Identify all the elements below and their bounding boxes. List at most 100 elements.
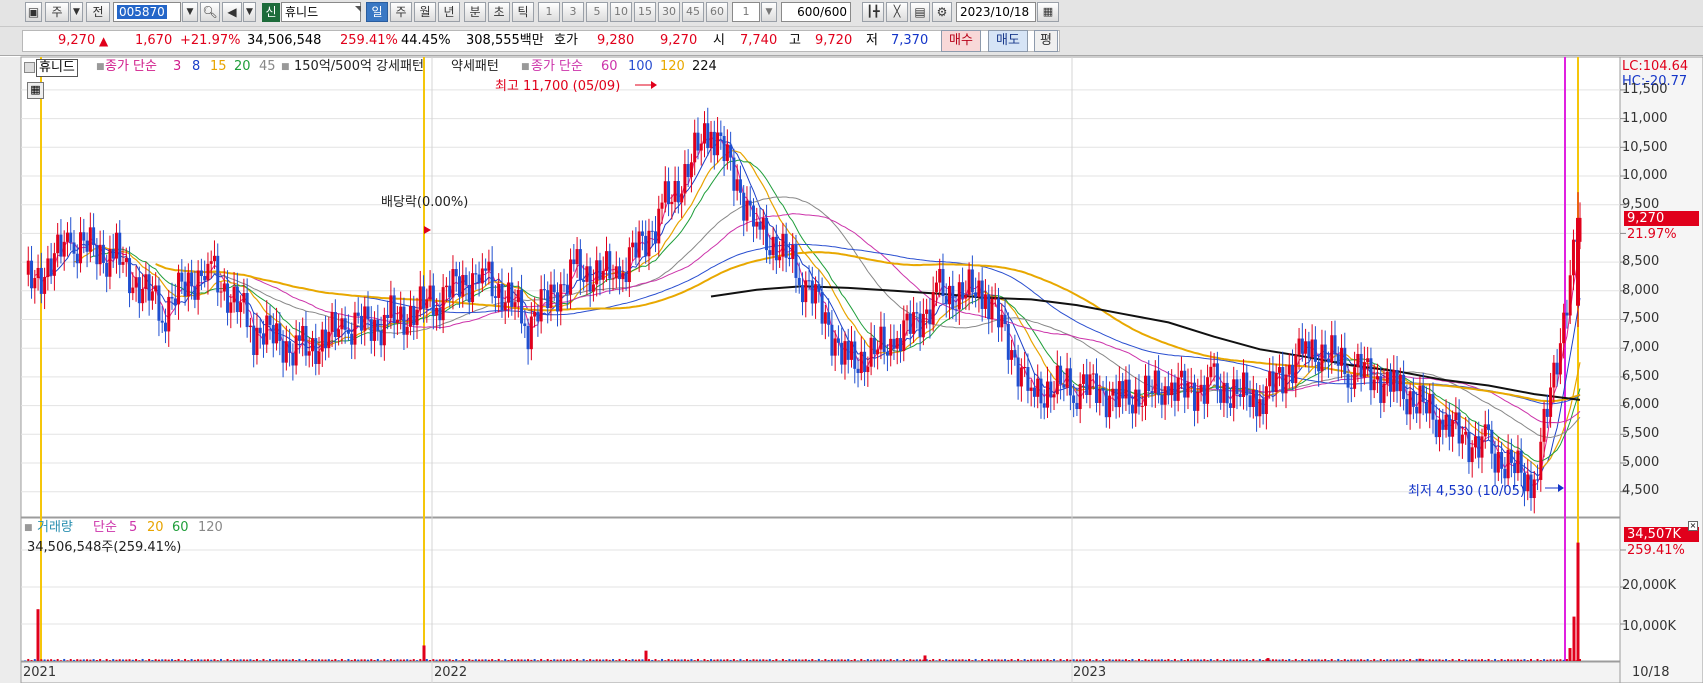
candle-body-down — [1300, 338, 1304, 354]
candle-body-down — [343, 318, 347, 330]
volume-bar — [1556, 659, 1559, 661]
candle-body-up — [912, 312, 916, 334]
price-tick-label: 11,000 — [1622, 111, 1668, 126]
candle-body-up — [363, 306, 367, 331]
candle-body-up — [735, 179, 739, 191]
volume-bar — [206, 659, 209, 661]
candle-body-up — [1117, 381, 1121, 408]
volume-bar — [621, 660, 624, 661]
volume-bar — [1402, 659, 1405, 661]
candle-body-down — [490, 261, 494, 297]
candle-body-up — [879, 326, 883, 350]
volume-bar — [187, 660, 190, 661]
volume-bar — [213, 659, 216, 661]
candle-body-up — [124, 258, 128, 263]
candle-body-down — [1114, 388, 1118, 408]
volume-bar — [1497, 660, 1500, 661]
volume-bar — [1562, 659, 1565, 661]
volume-bar — [95, 660, 98, 661]
candle-body-up — [43, 277, 47, 294]
candle-body-down — [500, 284, 504, 311]
legend-toggle-icon[interactable] — [24, 62, 35, 73]
volume-bar — [1079, 659, 1082, 661]
candle-body-up — [1516, 450, 1520, 474]
candle-body-down — [1255, 390, 1259, 417]
candle-body-up — [1212, 363, 1216, 367]
candle-body-up — [1340, 347, 1344, 366]
volume-bar — [951, 659, 954, 661]
candle-body-up — [1375, 376, 1379, 380]
vol-legend-ma-120: 120 — [198, 520, 223, 535]
volume-bar — [1317, 659, 1320, 661]
pane-close-icon[interactable]: × — [1688, 521, 1698, 531]
volume-bar — [1232, 659, 1235, 661]
candle-body-up — [1473, 436, 1477, 448]
candle-body-up — [516, 289, 520, 303]
volume-bar — [504, 658, 507, 661]
volume-bar — [906, 659, 909, 661]
candle-body-down — [1261, 399, 1265, 414]
vol-legend-ma-20: 20 — [147, 520, 164, 535]
volume-bar — [605, 659, 608, 661]
volume-bar — [79, 659, 82, 661]
volume-bar — [892, 660, 895, 661]
volume-bar — [500, 660, 503, 661]
volume-bar — [909, 659, 912, 661]
volume-bar — [1415, 658, 1418, 661]
volume-bar — [380, 660, 383, 661]
candle-body-down — [582, 280, 586, 282]
volume-bar — [634, 659, 637, 661]
volume-bar — [1536, 658, 1539, 661]
candle-body-up — [1088, 374, 1092, 395]
volume-bar — [1151, 659, 1154, 661]
candle-body-down — [846, 341, 850, 360]
volume-bar — [471, 659, 474, 661]
volume-bar — [396, 659, 399, 661]
volume-bar — [122, 659, 125, 661]
volume-bar — [167, 659, 170, 661]
volume-bar — [30, 660, 33, 661]
candle-body-down — [676, 181, 680, 203]
volume-bar — [1330, 658, 1333, 661]
volume-bar — [226, 658, 229, 661]
grid-table-icon[interactable]: ▦ — [27, 82, 44, 99]
stock-chart[interactable] — [0, 0, 1703, 683]
volume-bar — [1095, 658, 1098, 661]
volume-bar — [1373, 658, 1376, 661]
candle-body-up — [771, 236, 775, 256]
candle-body-down — [706, 123, 710, 149]
candle-body-up — [408, 305, 412, 327]
candle-body-up — [1232, 379, 1236, 408]
volume-bar — [1389, 659, 1392, 661]
volume-bar — [393, 659, 396, 661]
volume-pane — [20, 517, 1621, 662]
candle-body-down — [928, 309, 932, 325]
candle-body-down — [1173, 382, 1177, 401]
candle-body-up — [506, 282, 510, 303]
volume-bar — [680, 659, 683, 661]
volume-bar — [706, 660, 709, 661]
volume-bar — [670, 659, 673, 661]
candle-body-up — [79, 232, 83, 264]
volume-bar — [801, 659, 804, 661]
candle-body-down — [797, 277, 801, 286]
candle-body-up — [1294, 354, 1298, 384]
volume-bar — [1565, 659, 1568, 661]
volume-bar — [376, 658, 379, 661]
volume-bar — [1337, 658, 1340, 661]
candle-body-down — [1343, 347, 1347, 375]
volume-bar — [487, 659, 490, 661]
volume-bar — [837, 659, 840, 661]
candle-body-down — [464, 275, 468, 286]
legend-stock-name[interactable]: 휴니드 — [36, 59, 78, 77]
volume-bar — [1386, 659, 1389, 661]
candle-body-down — [1016, 357, 1020, 387]
volume-bar — [1115, 659, 1118, 661]
volume-bar — [553, 659, 556, 661]
volume-bar — [108, 660, 111, 661]
candle-body-up — [1382, 383, 1386, 403]
volume-bar — [527, 659, 530, 661]
volume-bar — [1503, 659, 1506, 661]
candle-body-down — [1049, 381, 1053, 398]
volume-bar — [860, 658, 863, 661]
